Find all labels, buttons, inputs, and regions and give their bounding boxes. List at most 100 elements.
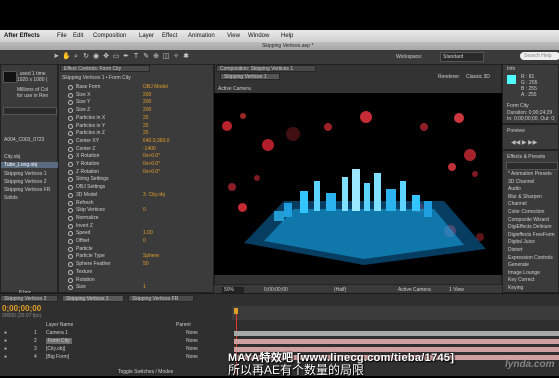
stopwatch-icon[interactable]: [68, 115, 73, 121]
zoom-tool-icon[interactable]: ⌕: [72, 53, 80, 61]
play-controls-icon[interactable]: ◀◀ ▶ ▶▶: [511, 139, 537, 146]
stopwatch-icon[interactable]: [68, 231, 73, 237]
menu-composition[interactable]: Composition: [93, 33, 126, 39]
effect-property-value[interactable]: 25: [143, 115, 149, 121]
roto-brush-tool-icon[interactable]: ✧: [172, 53, 180, 61]
stopwatch-icon[interactable]: [68, 138, 73, 144]
effects-category-item[interactable]: Image Lounge: [504, 270, 559, 277]
effect-property-row[interactable]: Particles in X 25: [60, 115, 210, 122]
stopwatch-icon[interactable]: [68, 192, 73, 198]
stopwatch-icon[interactable]: [68, 85, 73, 90]
effects-category-item[interactable]: 3D Channel: [504, 179, 559, 186]
effect-property-value[interactable]: 200: [143, 92, 151, 98]
stopwatch-icon[interactable]: [68, 131, 73, 137]
layer-name[interactable]: [City.obj]: [46, 346, 65, 352]
camera-tool-icon[interactable]: ◉: [92, 53, 100, 61]
effect-property-row[interactable]: Size Z 200: [60, 107, 210, 114]
stopwatch-icon[interactable]: [68, 146, 73, 152]
effect-property-row[interactable]: Speed 1.00: [60, 230, 210, 237]
effect-property-row[interactable]: Y Rotation 0x+0.0°: [60, 161, 210, 168]
effects-presets-tab[interactable]: Effects & Presets: [507, 154, 545, 160]
menu-animation[interactable]: Animation: [188, 33, 215, 39]
effect-property-row[interactable]: Particle: [60, 246, 210, 253]
effects-category-item[interactable]: Blur & Sharpen: [504, 194, 559, 201]
comp-viewer[interactable]: [214, 93, 502, 275]
effect-property-row[interactable]: Normalize: [60, 215, 210, 222]
effect-property-row[interactable]: Invert Z: [60, 223, 210, 230]
timeline-timecode[interactable]: 0;00;00;00: [2, 304, 41, 313]
effect-property-row[interactable]: Refresh: [60, 200, 210, 207]
effect-property-row[interactable]: X Rotation 0x+0.0°: [60, 153, 210, 160]
effect-property-value[interactable]: 0: [143, 238, 146, 244]
layer-duration-bar[interactable]: [234, 331, 559, 336]
effect-property-value[interactable]: 3. City.obj: [143, 192, 165, 198]
layer-parent-dropdown[interactable]: None: [186, 346, 198, 352]
stopwatch-icon[interactable]: [68, 269, 73, 275]
stopwatch-icon[interactable]: [68, 200, 73, 206]
tab-composition[interactable]: Composition: Skipping Vertices 1: [216, 65, 316, 72]
menu-edit[interactable]: Edit: [73, 33, 83, 39]
effect-property-value[interactable]: 50: [143, 261, 149, 267]
effects-category-item[interactable]: Keying: [504, 285, 559, 292]
effect-property-row[interactable]: Size X 200: [60, 92, 210, 99]
stopwatch-icon[interactable]: [68, 254, 73, 260]
tab-comp-view[interactable]: Skipping Vertices 1: [220, 73, 280, 80]
effect-property-row[interactable]: Base Form OBJ Model: [60, 84, 210, 91]
effect-property-row[interactable]: Particles in Y 25: [60, 123, 210, 130]
effect-property-value[interactable]: 200: [143, 99, 151, 105]
layer-parent-dropdown[interactable]: None: [186, 354, 198, 360]
effect-property-row[interactable]: Texture: [60, 269, 210, 276]
project-item-selected[interactable]: Tube_Long.obj: [1, 162, 62, 168]
visibility-eye-icon[interactable]: ●: [4, 330, 7, 336]
stopwatch-icon[interactable]: [68, 123, 73, 129]
effect-property-row[interactable]: Sphere Feather 50: [60, 261, 210, 268]
effects-category-item[interactable]: Audio: [504, 186, 559, 193]
timeline-layer-row[interactable]: ● 3 [City.obj] None: [0, 346, 232, 353]
effects-category-item[interactable]: Digieffects FreeForm: [504, 232, 559, 239]
effect-property-row[interactable]: Particle Type Sphere: [60, 253, 210, 260]
menu-effect[interactable]: Effect: [162, 33, 177, 39]
effect-property-value[interactable]: 1.00: [143, 230, 153, 236]
stopwatch-icon[interactable]: [68, 169, 73, 175]
stopwatch-icon[interactable]: [68, 277, 73, 283]
stopwatch-icon[interactable]: [68, 185, 73, 191]
effect-property-row[interactable]: OBJ Settings: [60, 184, 210, 191]
visibility-eye-icon[interactable]: ●: [4, 346, 7, 352]
effect-property-value[interactable]: 0x+0.0°: [143, 153, 160, 159]
layer-parent-dropdown[interactable]: None: [186, 338, 198, 344]
effect-property-row[interactable]: Skip Vertices 0: [60, 207, 210, 214]
eraser-tool-icon[interactable]: ◫: [162, 53, 170, 61]
timeline-tab[interactable]: Skipping Vertices 2: [0, 295, 58, 302]
effects-category-item[interactable]: Digital Juice: [504, 239, 559, 246]
stopwatch-icon[interactable]: [68, 223, 73, 229]
layer-name[interactable]: Camera 1: [46, 330, 68, 336]
pen-tool-icon[interactable]: ✒: [122, 53, 130, 61]
selection-tool-icon[interactable]: ➤: [52, 53, 60, 61]
layer-name[interactable]: Form City: [46, 338, 72, 344]
stopwatch-icon[interactable]: [68, 92, 73, 98]
effect-property-row[interactable]: Particles in Z 25: [60, 130, 210, 137]
effects-category-item[interactable]: Channel: [504, 201, 559, 208]
effect-property-row[interactable]: Center XY 640.0,360.0: [60, 138, 210, 145]
effects-category-item[interactable]: DigiEffects Delirium: [504, 224, 559, 231]
rotate-tool-icon[interactable]: ↻: [82, 53, 90, 61]
visibility-eye-icon[interactable]: ●: [4, 338, 7, 344]
layer-duration-bar[interactable]: [234, 339, 559, 344]
layer-parent-dropdown[interactable]: None: [186, 330, 198, 336]
stopwatch-icon[interactable]: [68, 100, 73, 106]
project-item[interactable]: Skipping Vertices 1: [4, 171, 47, 177]
effects-category-item[interactable]: Key Correct: [504, 277, 559, 284]
menu-help[interactable]: Help: [281, 33, 293, 39]
timeline-tab[interactable]: Skipping Vertices FR: [128, 295, 194, 302]
effect-property-row[interactable]: Center Z -1400: [60, 146, 210, 153]
project-item[interactable]: A004_C003_0723: [4, 137, 44, 143]
time-ruler[interactable]: [232, 306, 559, 320]
effect-property-row[interactable]: 3D Model 3. City.obj: [60, 192, 210, 199]
effect-property-value[interactable]: 0: [143, 207, 146, 213]
search-help-input[interactable]: Search Help: [520, 52, 559, 60]
stopwatch-icon[interactable]: [68, 215, 73, 221]
clone-stamp-tool-icon[interactable]: ⊕: [152, 53, 160, 61]
stopwatch-icon[interactable]: [68, 285, 73, 291]
workspace-dropdown[interactable]: Standard: [440, 52, 484, 62]
stopwatch-icon[interactable]: [68, 162, 73, 167]
